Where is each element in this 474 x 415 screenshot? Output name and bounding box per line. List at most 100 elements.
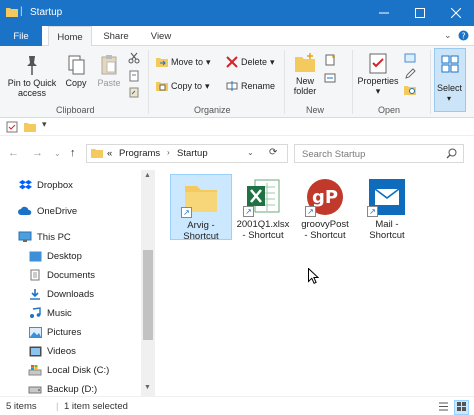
refresh-icon[interactable]: ⟳	[269, 147, 277, 158]
delete-button[interactable]: Delete ▾	[226, 56, 275, 68]
shortcut-arrow-icon: ↗	[243, 206, 254, 217]
close-button[interactable]	[438, 0, 474, 26]
delete-icon	[226, 56, 238, 68]
chevron-down-icon[interactable]: ⌄	[444, 30, 452, 41]
selection-count: 1 item selected	[64, 401, 128, 412]
search-box[interactable]: Search Startup	[294, 144, 464, 163]
recent-locations-icon[interactable]: ⌄	[54, 149, 61, 158]
edit-icon	[405, 68, 416, 79]
dropdown-arrow-icon: ▾	[447, 94, 452, 103]
nav-item-documents[interactable]: Documents	[28, 266, 95, 284]
new-group-label: New	[306, 105, 325, 115]
edit-button[interactable]	[404, 68, 416, 80]
nav-item-desktop[interactable]: Desktop	[28, 247, 82, 265]
navigation-scrollbar[interactable]: ▲ ▼	[141, 170, 155, 396]
dropbox-icon	[18, 179, 32, 191]
file-item-groovypost-shortcut[interactable]: gP ↗ groovyPost - Shortcut	[294, 174, 356, 241]
scroll-up-arrow-icon[interactable]: ▲	[144, 172, 151, 179]
copy-to-icon	[156, 82, 168, 91]
paste-shortcut-button[interactable]	[128, 86, 140, 98]
up-arrow-icon[interactable]: ↑	[70, 147, 76, 159]
select-icon	[441, 55, 459, 75]
breadcrumb-programs[interactable]: Programs	[119, 148, 160, 159]
nav-item-this-pc[interactable]: This PC	[18, 228, 71, 246]
shortcut-arrow-icon: ↗	[181, 207, 192, 218]
move-to-icon	[156, 58, 168, 67]
rename-button[interactable]: Rename	[226, 80, 275, 92]
new-item-icon	[325, 54, 335, 66]
paste-icon	[101, 55, 117, 75]
open-group-label: Open	[378, 105, 401, 115]
chevron-down-icon[interactable]: ⌄	[247, 148, 254, 157]
minimize-button[interactable]	[366, 0, 402, 26]
scroll-down-arrow-icon[interactable]: ▼	[144, 384, 151, 391]
back-arrow-icon[interactable]: ←	[8, 147, 19, 159]
address-row: ← → ⌄ ↑ « Programs › Startup ⌄ ⟳ Search …	[0, 140, 474, 166]
clipboard-group-label: Clipboard	[56, 105, 95, 115]
search-icon[interactable]	[446, 148, 457, 161]
nav-item-videos[interactable]: Videos	[28, 342, 76, 360]
history-icon	[404, 86, 416, 95]
new-folder-small-icon[interactable]	[24, 121, 36, 135]
open-icon	[404, 53, 416, 63]
tab-view[interactable]: View	[142, 26, 180, 46]
ribbon-tabs: File Home Share View ⌄ ?	[0, 26, 474, 47]
paste-button[interactable]: Paste	[94, 54, 124, 88]
file-list: ↗ Arvig - Shortcut ↗ 2001Q1.xlsx - Short…	[158, 170, 474, 396]
tab-home[interactable]: Home	[48, 26, 92, 47]
customize-toolbar-icon[interactable]: ▾	[42, 119, 47, 130]
properties-small-icon[interactable]	[6, 121, 18, 135]
nav-item-music[interactable]: Music	[28, 304, 72, 322]
properties-button[interactable]: Properties ▾	[354, 52, 402, 96]
select-button[interactable]: Select ▾	[434, 48, 466, 112]
group-divider	[148, 50, 149, 114]
pin-to-quick-access-button[interactable]: Pin to Quick access	[4, 54, 60, 98]
nav-item-downloads[interactable]: Downloads	[28, 285, 94, 303]
forward-arrow-icon[interactable]: →	[32, 147, 43, 159]
cut-button[interactable]	[128, 52, 140, 64]
copy-to-button[interactable]: Copy to ▾	[156, 80, 210, 92]
scrollbar-thumb[interactable]	[143, 250, 153, 340]
title-separator: |	[20, 6, 23, 17]
svg-text:gP: gP	[312, 187, 338, 208]
organize-group-label: Organize	[194, 105, 231, 115]
chevron-right-icon: ›	[167, 148, 170, 157]
new-folder-icon	[295, 53, 315, 72]
copy-path-icon	[129, 70, 139, 82]
nav-item-local-disk-c[interactable]: Local Disk (C:)	[28, 361, 109, 379]
local-disk-icon	[28, 364, 42, 376]
file-item-2001q1-shortcut[interactable]: ↗ 2001Q1.xlsx - Shortcut	[232, 174, 294, 241]
details-view-icon[interactable]	[438, 401, 449, 414]
nav-item-onedrive[interactable]: OneDrive	[18, 202, 77, 220]
easy-access-button[interactable]	[324, 72, 336, 84]
tab-file[interactable]: File	[0, 26, 42, 46]
copy-path-button[interactable]	[128, 70, 140, 82]
file-item-mail-shortcut[interactable]: ↗ Mail - Shortcut	[356, 174, 418, 241]
new-item-button[interactable]	[324, 54, 336, 66]
maximize-button[interactable]	[402, 0, 438, 26]
easy-access-icon	[324, 73, 336, 83]
file-item-arvig-shortcut[interactable]: ↗ Arvig - Shortcut	[170, 174, 232, 242]
music-icon	[28, 307, 42, 319]
folder-icon	[91, 148, 103, 161]
shortcut-arrow-icon: ↗	[367, 206, 378, 217]
help-icon[interactable]: ?	[458, 30, 469, 43]
search-input[interactable]: Search Startup	[302, 149, 365, 160]
breadcrumb-startup[interactable]: Startup	[177, 148, 208, 159]
shortcut-arrow-icon: ↗	[305, 206, 316, 217]
open-button[interactable]	[404, 52, 416, 64]
tab-share[interactable]: Share	[96, 26, 136, 46]
nav-item-dropbox[interactable]: Dropbox	[18, 176, 73, 194]
address-bar[interactable]: « Programs › Startup ⌄ ⟳	[86, 144, 288, 163]
breadcrumb-overflow[interactable]: «	[107, 148, 112, 159]
new-folder-button[interactable]: New folder	[288, 52, 322, 96]
paste-shortcut-icon	[129, 87, 139, 98]
svg-text:?: ?	[461, 32, 465, 41]
history-button[interactable]	[404, 84, 416, 96]
move-to-button[interactable]: Move to ▾	[156, 56, 211, 68]
large-icons-view-icon[interactable]	[454, 400, 469, 415]
group-divider	[284, 50, 285, 114]
nav-item-pictures[interactable]: Pictures	[28, 323, 81, 341]
copy-button[interactable]: Copy	[62, 54, 90, 88]
mouse-cursor-icon	[308, 267, 320, 286]
